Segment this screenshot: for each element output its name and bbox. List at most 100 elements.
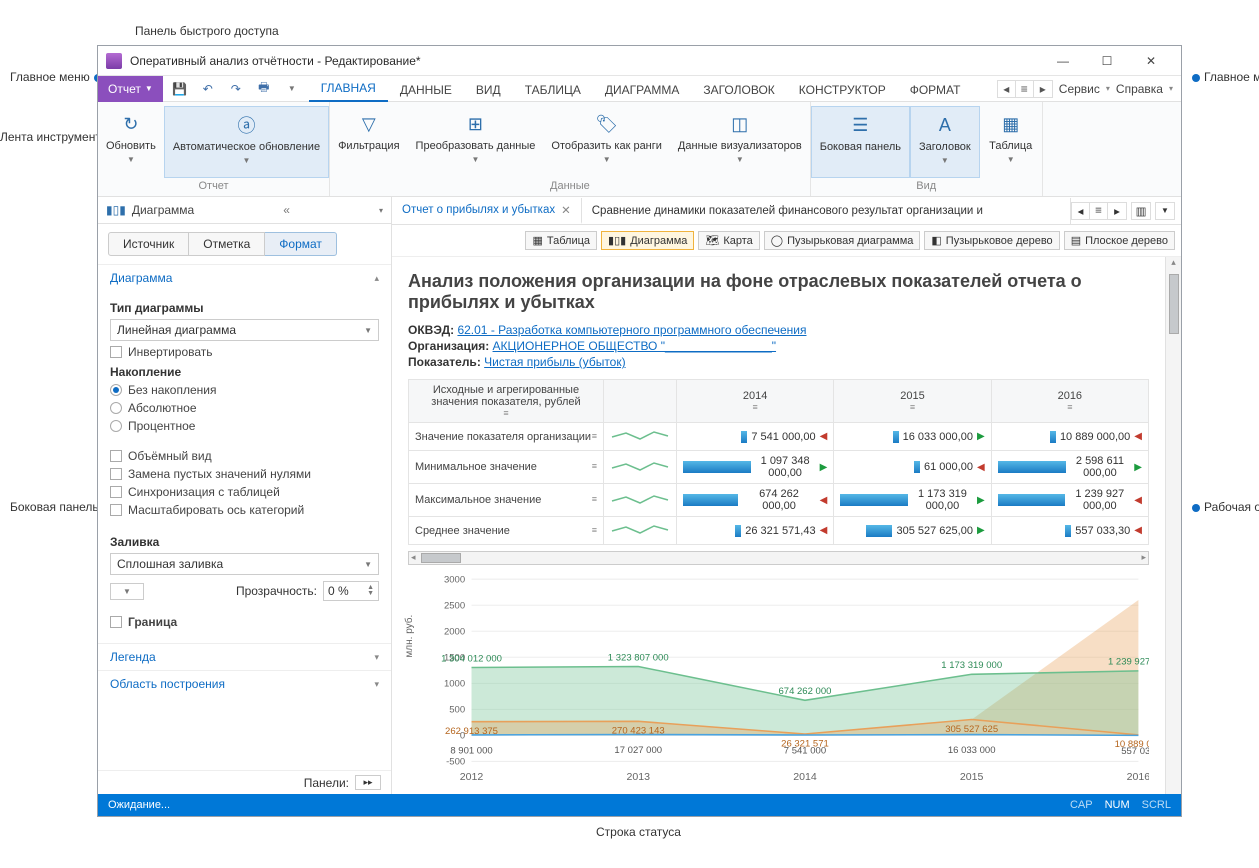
side-panel-dropdown-icon[interactable]: ▾: [379, 206, 383, 215]
table-header-year-1[interactable]: 2015≡: [834, 380, 991, 423]
border-checkbox[interactable]: Граница: [110, 615, 379, 629]
ribbon-button-label: Обновить: [106, 140, 156, 153]
table-row: Минимальное значение ≡1 097 348 000,00▶6…: [409, 451, 1149, 484]
row-label[interactable]: Максимальное значение ≡: [409, 484, 604, 517]
vertical-scrollbar[interactable]: ▴: [1165, 257, 1181, 794]
view-button-3[interactable]: ◯Пузырьковая диаграмма: [764, 231, 921, 250]
ribbon-button[interactable]: 🏷Отобразить как ранги▼: [543, 106, 670, 178]
fill-color-picker[interactable]: ▼: [110, 583, 144, 600]
window-maximize-button[interactable]: ☐: [1085, 47, 1129, 75]
window-close-button[interactable]: ✕: [1129, 47, 1173, 75]
okved-line: ОКВЭД: 62.01 - Разработка компьютерного …: [408, 323, 1149, 337]
side-tab-1[interactable]: Отметка: [189, 232, 265, 256]
3d-view-checkbox[interactable]: Объёмный вид: [110, 449, 379, 463]
svg-text:500: 500: [449, 705, 465, 715]
panels-expand-button[interactable]: ▸▸: [355, 775, 381, 790]
doc-tab-dropdown[interactable]: ▼: [1155, 202, 1175, 220]
table-header-year-2[interactable]: 2016≡: [991, 380, 1148, 423]
accumulation-radio-2[interactable]: Процентное: [110, 419, 379, 433]
table-header-main[interactable]: Исходные и агрегированные значения показ…: [409, 380, 604, 423]
undo-icon[interactable]: ↶: [197, 78, 219, 100]
ribbon-tab-вид[interactable]: ВИД: [464, 78, 513, 102]
view-button-1[interactable]: ▮▯▮Диаграмма: [601, 231, 694, 250]
ribbon-button[interactable]: ⓐАвтоматическое обновление▼: [164, 106, 329, 178]
chart: млн. руб. -50005001000150020002500300020…: [408, 571, 1149, 786]
svg-text:674 262 000: 674 262 000: [779, 686, 832, 696]
fill-type-select[interactable]: Сплошная заливка▼: [110, 553, 379, 575]
value-cell: 557 033,30◀: [991, 517, 1148, 545]
ribbon-tab-конструктор[interactable]: КОНСТРУКТОР: [787, 78, 898, 102]
work-area: Отчет о прибылях и убытках✕ Сравнение ди…: [392, 197, 1181, 794]
ribbon-tab-главная[interactable]: ГЛАВНАЯ: [309, 76, 388, 102]
view-button-4[interactable]: ◧Пузырьковое дерево: [924, 231, 1059, 250]
ribbon-tab-заголовок[interactable]: ЗАГОЛОВОК: [691, 78, 786, 102]
row-label[interactable]: Значение показателя организации ≡: [409, 423, 604, 451]
section-legend-header[interactable]: Легенда▾: [98, 644, 391, 670]
view-button-0[interactable]: ▦Таблица: [525, 231, 597, 250]
ribbon-button-icon: ↻: [117, 110, 145, 138]
status-text: Ожидание...: [108, 799, 170, 811]
ribbon-button-icon: ◫: [726, 110, 754, 138]
side-panel-collapse-button[interactable]: «: [283, 203, 290, 217]
accumulation-radio-0[interactable]: Без накопления: [110, 383, 379, 397]
side-tab-2[interactable]: Формат: [265, 232, 337, 256]
table-header-year-0[interactable]: 2014≡: [676, 380, 833, 423]
window-title: Оперативный анализ отчётности - Редактир…: [130, 54, 421, 68]
file-menu-button[interactable]: Отчет▼: [98, 76, 163, 102]
ribbon-button[interactable]: AЗаголовок▼: [910, 106, 980, 178]
ribbon-button[interactable]: ⊞Преобразовать данные▼: [408, 106, 544, 178]
ribbon-button[interactable]: ☰Боковая панель: [811, 106, 910, 178]
service-menu[interactable]: Сервис: [1059, 82, 1100, 96]
value-cell: 7 541 000,00◀: [676, 423, 833, 451]
org-link[interactable]: АКЦИОНЕРНОЕ ОБЩЕСТВО "________________": [493, 339, 776, 353]
ribbon-tab-таблица[interactable]: ТАБЛИЦА: [513, 78, 593, 102]
value-cell: 2 598 611 000,00▶: [991, 451, 1148, 484]
invert-checkbox[interactable]: Инвертировать: [110, 345, 379, 359]
svg-text:-500: -500: [446, 757, 465, 767]
scale-axis-checkbox[interactable]: Масштабировать ось категорий: [110, 503, 379, 517]
window-minimize-button[interactable]: —: [1041, 47, 1085, 75]
ribbon-tab-формат[interactable]: ФОРМАТ: [898, 78, 973, 102]
close-tab-icon[interactable]: ✕: [561, 203, 571, 217]
chart-type-select[interactable]: Линейная диаграмма▼: [110, 319, 379, 341]
horizontal-scrollbar[interactable]: ◂▸: [408, 551, 1149, 565]
layout-toggle[interactable]: ▥: [1131, 202, 1151, 220]
side-panel-title: Диаграмма: [132, 203, 194, 217]
tab-nav-group[interactable]: ◂≡▸: [997, 80, 1053, 98]
okved-link[interactable]: 62.01 - Разработка компьютерного програм…: [457, 323, 806, 337]
indicator-link[interactable]: Чистая прибыль (убыток): [484, 355, 625, 369]
svg-text:2500: 2500: [444, 600, 465, 610]
document-tabs: Отчет о прибылях и убытках✕ Сравнение ди…: [392, 197, 1181, 225]
side-tab-0[interactable]: Источник: [108, 232, 189, 256]
ribbon-button[interactable]: ◫Данные визуализаторов▼: [670, 106, 810, 178]
doc-tab-nav[interactable]: ◂≡▸: [1071, 202, 1127, 220]
row-label[interactable]: Среднее значение ≡: [409, 517, 604, 545]
ribbon-tab-данные[interactable]: ДАННЫЕ: [388, 78, 464, 102]
view-button-2[interactable]: 🗺Карта: [698, 231, 759, 250]
view-icon: ◯: [771, 234, 783, 247]
ribbon-button[interactable]: ↻Обновить▼: [98, 106, 164, 178]
ribbon-tab-диаграмма[interactable]: ДИАГРАММА: [593, 78, 691, 102]
view-button-5[interactable]: ▤Плоское дерево: [1064, 231, 1175, 250]
redo-icon[interactable]: ↷: [225, 78, 247, 100]
tab-nav-right-icon: ▸: [1034, 81, 1052, 97]
qat-more-icon[interactable]: ▼: [281, 78, 303, 100]
ribbon-button[interactable]: ▽Фильтрация: [330, 106, 407, 178]
ribbon-button[interactable]: ▦Таблица▼: [980, 106, 1042, 178]
fill-zeros-checkbox[interactable]: Замена пустых значений нулями: [110, 467, 379, 481]
print-icon[interactable]: 🖶: [253, 78, 275, 100]
accumulation-radio-1[interactable]: Абсолютное: [110, 401, 379, 415]
doc-tab-2[interactable]: Сравнение динамики показателей финансово…: [582, 198, 1071, 224]
section-chart-header[interactable]: Диаграмма▴: [98, 265, 391, 291]
opacity-spinner[interactable]: 0 %▲▼: [323, 581, 379, 601]
ribbon-button-label: Фильтрация: [338, 140, 399, 153]
save-icon[interactable]: 💾: [169, 78, 191, 100]
ribbon-group-name: Данные: [550, 178, 590, 196]
help-menu[interactable]: Справка: [1116, 82, 1163, 96]
doc-tab-1[interactable]: Отчет о прибылях и убытках✕: [392, 198, 582, 224]
sparkline-cell: [603, 423, 676, 451]
sync-table-checkbox[interactable]: Синхронизация с таблицей: [110, 485, 379, 499]
row-label[interactable]: Минимальное значение ≡: [409, 451, 604, 484]
section-plot-area-header[interactable]: Область построения▾: [98, 671, 391, 697]
chevron-down-icon: ▼: [242, 156, 250, 165]
